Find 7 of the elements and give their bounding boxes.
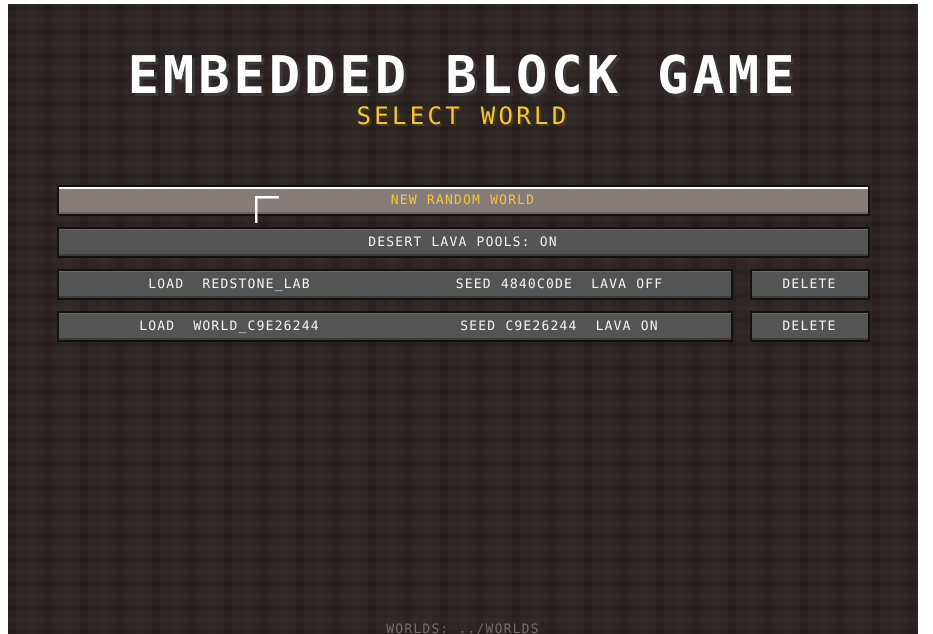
mouse-cursor-icon — [254, 196, 278, 223]
delete-world-button[interactable]: DELETE — [750, 269, 870, 300]
load-world-button[interactable]: LOAD WORLD_C9E26244 SEED C9E26244 LAVA ON — [56, 311, 732, 342]
load-world-button[interactable]: LOAD REDSTONE_LAB SEED 4840C0DE LAVA OFF — [56, 269, 732, 300]
delete-world-button[interactable]: DELETE — [750, 311, 870, 342]
lava-pools-toggle-button[interactable]: DESERT LAVA POOLS: ON — [56, 227, 870, 258]
worlds-path-text: WORLDS: ../WORLDS — [385, 622, 541, 634]
